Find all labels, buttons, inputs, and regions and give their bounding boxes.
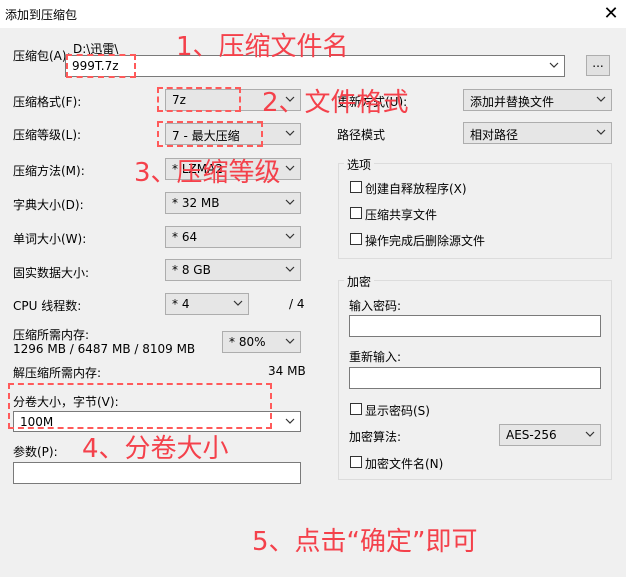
word-label: 单词大小(W): xyxy=(13,232,87,246)
mem-percent-select[interactable]: * 80% xyxy=(222,331,301,353)
annotation-1: 1、压缩文件名 xyxy=(176,32,349,62)
encryption-title: 加密 xyxy=(344,273,375,290)
show-password-checkbox[interactable] xyxy=(350,403,362,415)
browse-label: ... xyxy=(592,56,604,70)
path-value: 相对路径 xyxy=(470,128,519,142)
chevron-down-icon xyxy=(285,418,295,424)
cpu-select[interactable]: * 4 xyxy=(165,293,249,315)
repassword-input[interactable] xyxy=(349,367,601,389)
show-password-label: 显示密码(S) xyxy=(365,404,430,418)
annotation-box-format xyxy=(157,87,241,112)
chevron-down-icon xyxy=(596,96,606,102)
delete-source-label: 操作完成后删除源文件 xyxy=(365,234,486,248)
chevron-down-icon xyxy=(285,233,295,239)
cpu-label: CPU 线程数: xyxy=(13,299,82,313)
dict-label: 字典大小(D): xyxy=(13,198,84,212)
mem-percent-value: * 80% xyxy=(229,335,266,349)
solid-label: 固实数据大小: xyxy=(13,266,90,280)
annotation-4: 4、分卷大小 xyxy=(82,434,229,464)
level-label: 压缩等级(L): xyxy=(13,128,82,142)
close-button[interactable]: ✕ xyxy=(598,1,624,27)
browse-button[interactable]: ... xyxy=(586,55,610,76)
mem-label: 压缩所需内存: xyxy=(13,328,90,342)
delete-source-checkbox[interactable] xyxy=(350,233,362,245)
sfx-label: 创建自释放程序(X) xyxy=(365,182,467,196)
encrypt-names-checkbox[interactable] xyxy=(350,456,362,468)
decomp-label: 解压缩所需内存: xyxy=(13,366,102,380)
annotation-2: 2、文件格式 xyxy=(262,88,409,118)
cpu-value: * 4 xyxy=(172,297,190,311)
chevron-down-icon xyxy=(285,165,295,171)
chevron-down-icon xyxy=(596,129,606,135)
annotation-box-split xyxy=(8,383,272,429)
annotation-box-level xyxy=(157,121,263,147)
dict-select[interactable]: * 32 MB xyxy=(165,192,301,214)
window-title: 添加到压缩包 xyxy=(5,8,78,22)
chevron-down-icon xyxy=(285,199,295,205)
title-bar xyxy=(0,0,626,28)
path-label: 路径模式 xyxy=(337,128,386,142)
word-value: * 64 xyxy=(172,230,198,244)
params-input[interactable] xyxy=(13,462,301,484)
params-label: 参数(P): xyxy=(13,445,58,459)
chevron-down-icon xyxy=(233,300,243,306)
solid-select[interactable]: * 8 GB xyxy=(165,259,301,281)
password-input[interactable] xyxy=(349,315,601,337)
dict-value: * 32 MB xyxy=(172,196,220,210)
annotation-5: 5、点击“确定”即可 xyxy=(252,527,478,557)
annotation-3: 3、压缩等级 xyxy=(134,158,281,188)
sfx-checkbox[interactable] xyxy=(350,181,362,193)
update-select[interactable]: 添加并替换文件 xyxy=(463,89,612,111)
update-value: 添加并替换文件 xyxy=(470,95,555,109)
annotation-box-name xyxy=(66,54,136,78)
mem-value: 1296 MB / 6487 MB / 8109 MB xyxy=(13,342,196,356)
word-select[interactable]: * 64 xyxy=(165,226,301,248)
chevron-down-icon xyxy=(285,266,295,272)
options-title: 选项 xyxy=(344,156,375,173)
shared-checkbox[interactable] xyxy=(350,207,362,219)
encrypt-names-label: 加密文件名(N) xyxy=(365,457,444,471)
enc-method-label: 加密算法: xyxy=(349,430,402,444)
decomp-value: 34 MB xyxy=(268,364,306,378)
path-select[interactable]: 相对路径 xyxy=(463,122,612,144)
cpu-total: / 4 xyxy=(289,297,305,311)
repassword-label: 重新输入: xyxy=(349,350,402,364)
enc-method-select[interactable]: AES-256 xyxy=(499,424,601,446)
solid-value: * 8 GB xyxy=(172,263,211,277)
password-label: 输入密码: xyxy=(349,299,402,313)
shared-label: 压缩共享文件 xyxy=(365,208,438,222)
method-label: 压缩方法(M): xyxy=(13,164,85,178)
chevron-down-icon xyxy=(285,338,295,344)
chevron-down-icon xyxy=(285,130,295,136)
chevron-down-icon xyxy=(549,62,559,68)
format-label: 压缩格式(F): xyxy=(13,95,82,109)
chevron-down-icon xyxy=(585,431,595,437)
archive-label: 压缩包(A): xyxy=(13,49,71,63)
enc-method-value: AES-256 xyxy=(506,428,557,442)
